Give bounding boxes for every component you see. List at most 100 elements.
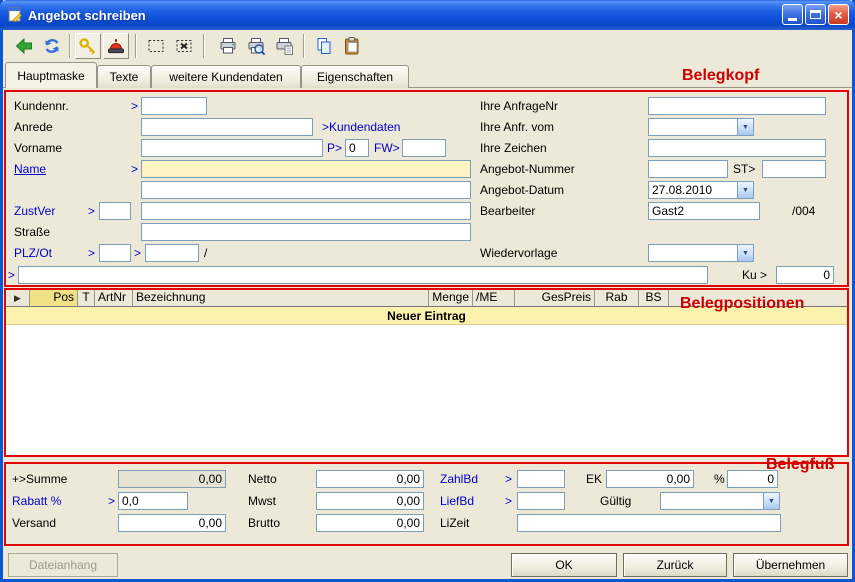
plz-arrow2[interactable]: > [134,244,141,262]
column-header-t[interactable]: T [78,290,95,306]
row-selector-header: ▶ [6,290,30,306]
annotation-belegpositionen: Belegpositionen [680,295,804,313]
extra-input[interactable] [18,266,708,284]
column-header-menge[interactable]: Menge [429,290,473,306]
bearbeiter-suffix: /004 [792,202,815,220]
lizeit-input[interactable] [517,514,781,532]
fw-input[interactable] [402,139,446,157]
name2-input[interactable] [141,181,471,199]
column-header-bezeichnung[interactable]: Bezeichnung [133,290,429,306]
close-button[interactable]: × [828,4,849,25]
versand-input[interactable] [118,514,226,532]
print-list-button[interactable] [271,33,297,59]
liefbd-input[interactable] [517,492,565,510]
gueltig-dropdown-button[interactable]: ▼ [763,493,779,509]
paste-button[interactable] [339,33,365,59]
plz-arrow1[interactable]: > [88,244,95,262]
st-input[interactable] [762,160,826,178]
fw-label[interactable]: FW> [374,139,400,157]
name-arrow[interactable]: > [131,160,138,178]
column-header-me[interactable]: /ME [473,290,515,306]
zustver-arrow[interactable]: > [88,202,95,220]
name-link[interactable]: Name [14,160,46,178]
column-header-artnr[interactable]: ArtNr [95,290,133,306]
liefbd-arrow[interactable]: > [505,492,512,510]
zurueck-button[interactable]: Zurück [623,553,727,577]
clear-selection-button[interactable] [171,33,197,59]
anfr-vom-dropdown[interactable]: ▼ [648,118,754,136]
versand-label: Versand [12,514,56,532]
print-button[interactable] [215,33,241,59]
plz-input[interactable] [145,244,199,262]
alarm-button[interactable] [103,33,129,59]
ok-button[interactable]: OK [511,553,617,577]
tab-texte[interactable]: Texte [97,65,151,88]
column-header-pos[interactable]: Pos [30,290,78,306]
print-preview-button[interactable] [243,33,269,59]
datum-dropdown-button[interactable]: ▼ [737,182,753,198]
anfr-vom-dropdown-button[interactable]: ▼ [737,119,753,135]
zustver-label[interactable]: ZustVer [14,202,55,220]
extra-arrow[interactable]: > [8,266,15,284]
vorname-input[interactable] [141,139,323,157]
minimize-button[interactable] [782,4,803,25]
print-preview-icon [246,36,266,56]
wiedervorlage-dropdown[interactable]: ▼ [648,244,754,262]
kundennr-arrow[interactable]: > [131,97,138,115]
rabatt-input[interactable] [118,492,188,510]
mwst-label: Mwst [248,492,276,510]
copy-button[interactable] [311,33,337,59]
p-label[interactable]: P> [327,139,342,157]
plzot-label[interactable]: PLZ/Ot [14,244,52,262]
ek-pct-label: % [714,470,725,488]
brutto-input[interactable] [316,514,424,532]
rabatt-label[interactable]: Rabatt % [12,492,61,510]
strasse-input[interactable] [141,223,471,241]
refresh-button[interactable] [39,33,65,59]
positions-list[interactable]: Neuer Eintrag [6,307,847,455]
zahlbd-label[interactable]: ZahlBd [440,470,478,488]
zustver-input[interactable] [141,202,471,220]
wiedervorlage-dropdown-button[interactable]: ▼ [737,245,753,261]
toolbar-separator [69,34,71,58]
key-button[interactable] [75,33,101,59]
tab-label: Texte [110,70,139,84]
toolbar-separator [203,34,205,58]
liefbd-label[interactable]: LiefBd [440,492,474,510]
kundennr-input[interactable] [141,97,207,115]
maximize-button[interactable] [805,4,826,25]
zeichen-input[interactable] [648,139,826,157]
anrede-input[interactable] [141,118,313,136]
netto-input[interactable] [316,470,424,488]
zahlbd-arrow[interactable]: > [505,470,512,488]
column-header-gespreis[interactable]: GesPreis [515,290,595,306]
ek-input[interactable] [606,470,694,488]
back-button[interactable] [11,33,37,59]
bearbeiter-input[interactable] [648,202,760,220]
column-header-rab[interactable]: Rab [595,290,639,306]
uebernehmen-button[interactable]: Übernehmen [733,553,848,577]
name-input[interactable] [141,160,471,178]
kundendaten-link[interactable]: >Kundendaten [322,118,400,136]
plz-code-input[interactable] [99,244,131,262]
ek-label: EK [586,470,602,488]
column-header-bs[interactable]: BS [639,290,669,306]
select-region-button[interactable] [143,33,169,59]
ku-input[interactable] [776,266,834,284]
datum-dropdown[interactable]: 27.08.2010 ▼ [648,181,754,199]
close-icon: × [834,8,842,22]
zahlbd-input[interactable] [517,470,565,488]
anfragenr-input[interactable] [648,97,826,115]
tab-weitere-kundendaten[interactable]: weitere Kundendaten [151,65,301,88]
maximize-icon [810,10,821,19]
title-bar[interactable]: Angebot schreiben × [0,0,855,30]
zustver-code-input[interactable] [99,202,131,220]
rabatt-arrow[interactable]: > [108,492,115,510]
gueltig-dropdown[interactable]: ▼ [660,492,780,510]
tab-hauptmaske[interactable]: Hauptmaske [5,62,97,88]
mwst-input[interactable] [316,492,424,510]
st-label[interactable]: ST> [733,160,755,178]
tab-eigenschaften[interactable]: Eigenschaften [301,65,409,88]
p-input[interactable] [345,139,369,157]
angebotnr-input[interactable] [648,160,728,178]
